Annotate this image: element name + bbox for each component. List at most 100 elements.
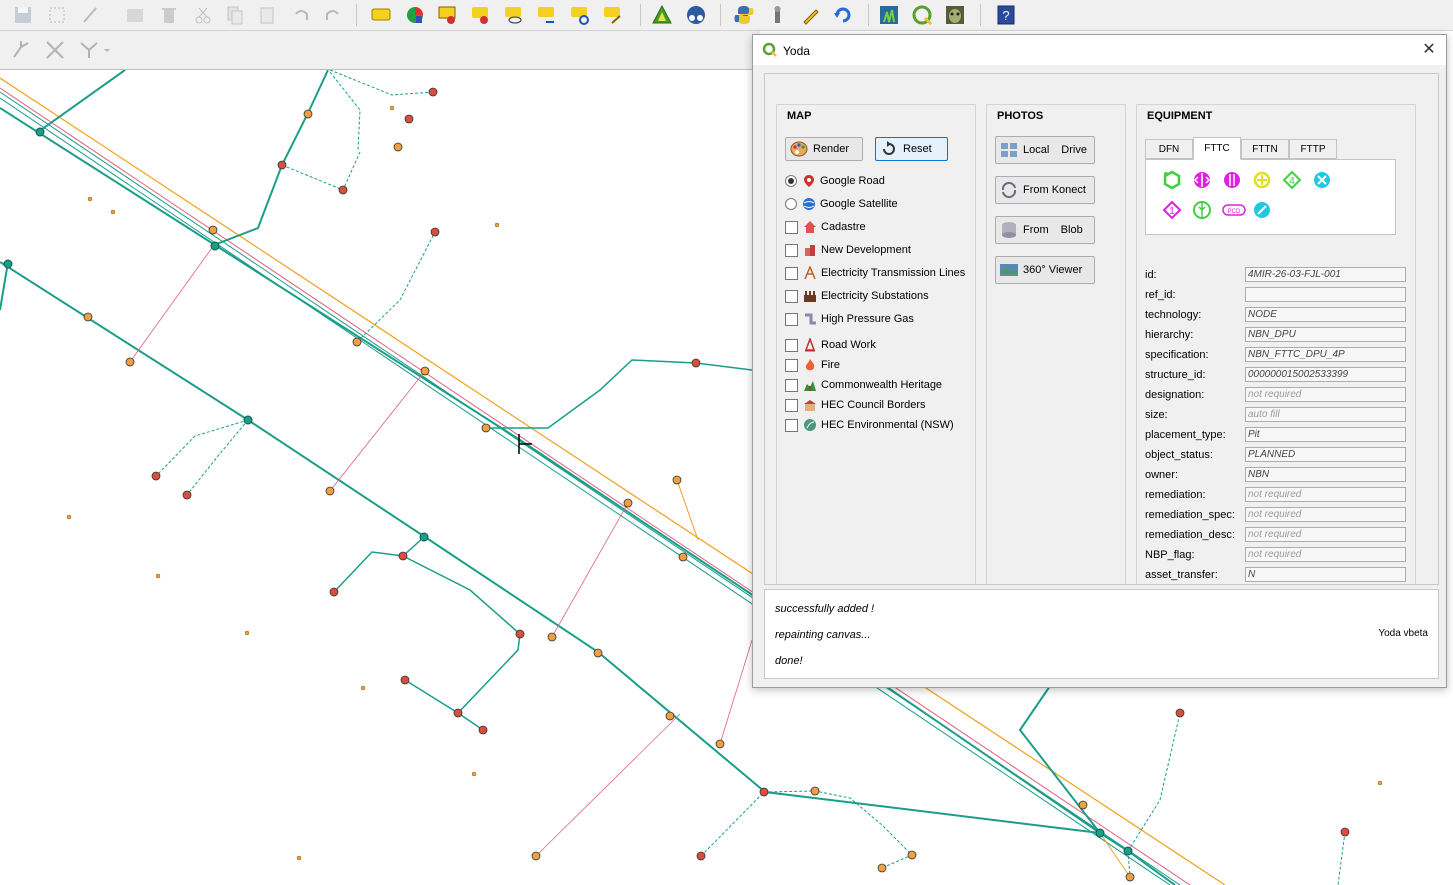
from-blob-button[interactable]: From Blob [995, 216, 1095, 244]
field-input[interactable]: not required [1245, 507, 1406, 522]
field-input[interactable]: NBN_DPU [1245, 327, 1406, 342]
select-features-icon[interactable] [46, 4, 68, 26]
radio-selected[interactable] [785, 175, 797, 187]
python-icon[interactable] [733, 4, 755, 26]
layer-checkbox-fire[interactable]: Fire [785, 356, 840, 374]
map-node[interactable] [404, 114, 414, 124]
redo-icon[interactable] [322, 4, 344, 26]
checkbox[interactable] [785, 220, 798, 234]
map-node[interactable] [696, 851, 706, 861]
map-node[interactable] [400, 675, 410, 685]
splice-node[interactable] [419, 532, 429, 542]
map-node[interactable] [1078, 800, 1088, 810]
map-node[interactable] [277, 160, 287, 170]
checkbox[interactable] [785, 312, 798, 326]
help-icon[interactable]: ? [995, 4, 1017, 26]
grass-icon[interactable] [878, 4, 900, 26]
qgis-icon[interactable] [911, 4, 933, 26]
field-input[interactable]: not required [1245, 527, 1406, 542]
splice-node[interactable] [1123, 846, 1133, 856]
map-node[interactable] [430, 227, 440, 237]
map-node[interactable] [810, 786, 820, 796]
360-viewer-button[interactable]: 360° Viewer [995, 256, 1095, 284]
label-rotate-icon[interactable] [569, 4, 591, 26]
map-node[interactable] [352, 337, 362, 347]
map-node[interactable] [593, 648, 603, 658]
chevron-down-icon[interactable] [102, 39, 112, 61]
render-button[interactable]: Render [785, 137, 863, 161]
splitter-icon[interactable] [1192, 170, 1212, 190]
map-node[interactable] [907, 850, 917, 860]
layer-checkbox-high-pressure-gas[interactable]: High Pressure Gas [785, 310, 914, 328]
map-node[interactable] [759, 787, 769, 797]
pcd-icon[interactable]: PCD [1222, 200, 1246, 220]
map-node[interactable] [1175, 708, 1185, 718]
field-input[interactable] [1245, 287, 1406, 302]
map-node[interactable] [208, 225, 218, 235]
map-node[interactable] [325, 486, 335, 496]
vertex-tool-icon[interactable] [10, 39, 32, 61]
tab-fttp[interactable]: FTTP [1289, 139, 1337, 159]
triangle-layer-icon[interactable] [651, 4, 673, 26]
map-node[interactable] [478, 725, 488, 735]
multiport-icon[interactable] [1222, 170, 1242, 190]
refresh-icon[interactable] [832, 4, 854, 26]
map-node[interactable] [678, 552, 688, 562]
checkbox[interactable] [785, 418, 798, 432]
from-konect-button[interactable]: From Konect [995, 176, 1095, 204]
map-node[interactable] [481, 423, 491, 433]
google-road-radio[interactable]: Google Road [785, 172, 885, 190]
layer-checkbox-new-development[interactable]: New Development [785, 241, 911, 259]
slash-node-icon[interactable] [1252, 200, 1272, 220]
layer-checkbox-electricity-transmission[interactable]: Electricity Transmission Lines [785, 264, 965, 282]
tab-dfn[interactable]: DFN [1145, 139, 1193, 159]
checkbox[interactable] [785, 398, 798, 412]
reset-button[interactable]: Reset [875, 137, 948, 161]
map-node[interactable] [665, 711, 675, 721]
map-node[interactable] [303, 109, 313, 119]
map-node[interactable] [453, 708, 463, 718]
map-node[interactable] [125, 357, 135, 367]
map-node[interactable] [1125, 872, 1135, 882]
label-change-icon[interactable] [602, 4, 624, 26]
checkbox[interactable] [785, 358, 798, 372]
field-input[interactable]: not required [1245, 487, 1406, 502]
splice-node[interactable] [3, 259, 13, 269]
map-node[interactable] [877, 863, 887, 873]
cut-icon[interactable] [192, 4, 214, 26]
one-port-icon[interactable]: 1 [1162, 200, 1182, 220]
joint-icon[interactable] [1252, 170, 1272, 190]
map-node[interactable] [338, 185, 348, 195]
label-pin-icon[interactable] [437, 4, 459, 26]
layer-checkbox-hec-environmental[interactable]: HEC Environmental (NSW) [785, 416, 954, 434]
map-node[interactable] [420, 366, 430, 376]
cross-node-icon[interactable] [1312, 170, 1332, 190]
lens-icon[interactable] [685, 4, 707, 26]
map-node[interactable] [182, 490, 192, 500]
map-node[interactable] [672, 475, 682, 485]
save-icon[interactable] [12, 4, 34, 26]
map-node[interactable] [393, 142, 403, 152]
layer-checkbox-cadastre[interactable]: Cadastre [785, 218, 866, 236]
field-input[interactable]: not required [1245, 387, 1406, 402]
pie-diagram-icon[interactable] [404, 4, 426, 26]
field-input[interactable]: not required [1245, 547, 1406, 562]
layer-checkbox-electricity-substations[interactable]: Electricity Substations [785, 287, 929, 305]
paste-icon[interactable] [256, 4, 278, 26]
layer-checkbox-hec-council-borders[interactable]: HEC Council Borders [785, 396, 926, 414]
field-input[interactable]: NBN_FTTC_DPU_4P [1245, 347, 1406, 362]
map-node[interactable] [623, 498, 633, 508]
map-node[interactable] [691, 358, 701, 368]
split-tool-icon[interactable] [44, 39, 66, 61]
map-node[interactable] [715, 739, 725, 749]
map-node[interactable] [398, 551, 408, 561]
label-icon[interactable] [370, 4, 392, 26]
merge-tool-icon[interactable] [78, 39, 100, 61]
field-input[interactable]: 000000015002533399 [1245, 367, 1406, 382]
checkbox[interactable] [785, 289, 798, 303]
copy-icon[interactable] [224, 4, 246, 26]
closure-icon[interactable] [1192, 200, 1212, 220]
map-node[interactable] [83, 312, 93, 322]
close-button[interactable]: ✕ [1418, 39, 1440, 61]
checkbox[interactable] [785, 378, 798, 392]
